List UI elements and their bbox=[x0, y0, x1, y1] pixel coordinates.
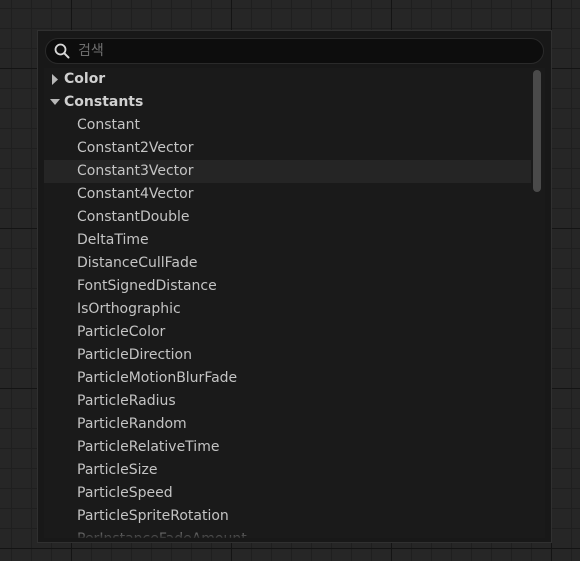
list-item[interactable]: ParticleSpriteRotation bbox=[44, 505, 531, 528]
list-item[interactable]: PerInstanceFadeAmount bbox=[44, 528, 531, 538]
category-color[interactable]: Color bbox=[44, 68, 531, 91]
node-palette-panel: ColorConstantsConstantConstant2VectorCon… bbox=[37, 30, 552, 543]
list-item[interactable]: ParticleRadius bbox=[44, 390, 531, 413]
category-label: Constants bbox=[64, 94, 144, 110]
node-list-rows: Color Constants Constant Constant2Vector Con… bbox=[44, 68, 545, 538]
list-item[interactable]: Constant bbox=[44, 114, 531, 137]
list-item[interactable]: ParticleSize bbox=[44, 459, 531, 482]
list-item[interactable]: Constant4Vector bbox=[44, 183, 531, 206]
list-item[interactable]: ConstantDouble bbox=[44, 206, 531, 229]
category-constants[interactable]: Constants bbox=[44, 91, 531, 114]
list-item[interactable]: ParticleRelativeTime bbox=[44, 436, 531, 459]
search-icon bbox=[54, 43, 70, 59]
list-item[interactable]: ParticleSpeed bbox=[44, 482, 531, 505]
list-item[interactable]: ParticleMotionBlurFade bbox=[44, 367, 531, 390]
list-item[interactable]: DistanceCullFade bbox=[44, 252, 531, 275]
list-item[interactable]: ParticleColor bbox=[44, 321, 531, 344]
category-label: Color bbox=[64, 71, 106, 87]
list-item[interactable]: ParticleDirection bbox=[44, 344, 531, 367]
scrollbar-thumb[interactable] bbox=[533, 70, 541, 192]
triangle-down-icon[interactable] bbox=[49, 91, 61, 114]
triangle-right-icon[interactable] bbox=[49, 68, 61, 91]
list-item[interactable]: Constant2Vector bbox=[44, 137, 531, 160]
search-input[interactable] bbox=[78, 39, 528, 63]
list-scrollbar[interactable] bbox=[533, 70, 541, 536]
node-list: Color Constants Constant Constant2Vector Con… bbox=[44, 68, 545, 538]
list-item[interactable]: IsOrthographic bbox=[44, 298, 531, 321]
list-item[interactable]: FontSignedDistance bbox=[44, 275, 531, 298]
list-item[interactable]: ParticleRandom bbox=[44, 413, 531, 436]
list-item[interactable]: Constant3Vector bbox=[44, 160, 531, 183]
list-item[interactable]: DeltaTime bbox=[44, 229, 531, 252]
search-box[interactable] bbox=[45, 38, 544, 64]
